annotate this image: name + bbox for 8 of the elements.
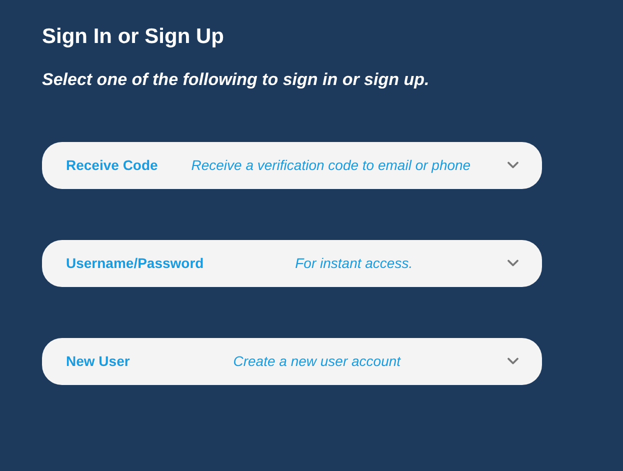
sign-in-option[interactable]: Username/Password For instant access. (42, 240, 542, 286)
option-description: Receive a verification code to email or phone (191, 156, 471, 175)
sign-in-option[interactable]: Receive Code Receive a verification code to email or phone (42, 142, 542, 188)
option-description: Create a new user account (233, 352, 401, 370)
sign-in-option[interactable]: New User Create a new user account (42, 338, 542, 384)
option-description: For instant access. (295, 254, 413, 272)
instruction-text: Select one of the following to sign in or sign up. (42, 69, 430, 91)
page-title: Sign In or Sign Up (42, 24, 224, 50)
